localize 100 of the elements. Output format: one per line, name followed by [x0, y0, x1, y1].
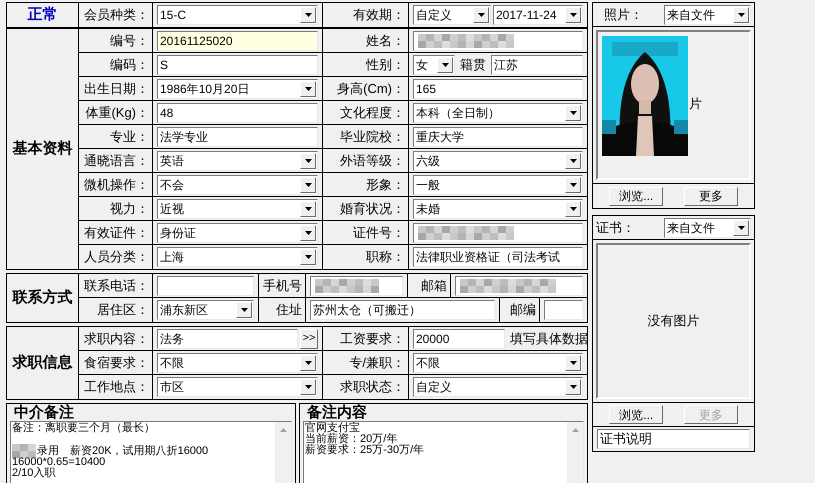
dropdown[interactable]: 六级 — [413, 150, 583, 170]
input-field[interactable]: 法学专业 — [157, 126, 318, 146]
expand-button[interactable]: >> — [300, 328, 318, 348]
browse-button[interactable]: 浏览... — [609, 405, 664, 424]
input-field[interactable]: 48 — [157, 102, 318, 122]
caret-icon — [570, 13, 576, 17]
text-area[interactable]: 备注：离职要三个月（最长） 录用 薪资20K，试用期八折16000 16000*0.65=10400 2/10入职 — [10, 421, 292, 483]
field-label: 外语等级： — [340, 152, 405, 170]
dropdown[interactable]: 不会 — [157, 174, 318, 194]
field-label: 身高(Cm)： — [337, 80, 405, 98]
dropdown-button[interactable] — [733, 6, 749, 22]
dropdown-button[interactable] — [733, 220, 749, 236]
dropdown[interactable]: 上海 — [157, 247, 318, 267]
note-line: 备注：离职要三个月（最长） — [12, 423, 156, 434]
scroll-up-icon — [572, 428, 578, 432]
field-label: 有效证件： — [84, 224, 149, 242]
field-label: 求职内容： — [84, 330, 149, 348]
dropdown[interactable]: 市区 — [157, 377, 318, 397]
field-label: 工作地点： — [84, 378, 149, 396]
field-label: 求职状态： — [340, 378, 405, 396]
dropdown-button[interactable] — [565, 152, 581, 168]
group-title: 备注内容 — [306, 404, 368, 421]
input-field[interactable] — [157, 276, 254, 296]
field-label: 证书： — [596, 218, 636, 237]
field-label: 毕业院校： — [340, 128, 405, 146]
input-field[interactable] — [310, 276, 403, 296]
field-label: 婚育状况： — [340, 200, 405, 218]
status-label: 正常 — [28, 4, 58, 25]
input-field[interactable] — [413, 222, 583, 242]
browse-button[interactable]: 浏览... — [609, 186, 664, 206]
dropdown-button[interactable] — [300, 152, 316, 168]
dropdown[interactable]: 女 — [413, 54, 455, 74]
caret-icon — [570, 158, 576, 162]
dropdown-button[interactable] — [300, 224, 316, 240]
dropdown-button[interactable] — [473, 7, 489, 23]
input-field[interactable]: 重庆大学 — [413, 126, 583, 146]
input-field[interactable]: 165 — [413, 78, 583, 98]
dropdown-button[interactable] — [300, 354, 316, 370]
text-area[interactable]: 官网支付宝 当前薪资：20万/年 薪资要求：25万-30万/年 — [303, 421, 584, 483]
dropdown[interactable]: 浦东新区 — [157, 300, 254, 320]
input-field[interactable] — [413, 30, 583, 50]
field-label: 邮编 — [510, 301, 536, 320]
dropdown[interactable]: 身份证 — [157, 222, 318, 242]
input-field[interactable]: 20161125020 — [157, 30, 318, 50]
field-label: 通晓语言： — [84, 152, 149, 170]
input-field[interactable]: 法律职业资格证（司法考试 — [413, 247, 583, 267]
caret-icon — [478, 13, 484, 17]
dropdown-button[interactable] — [300, 379, 316, 395]
field-label: 职称： — [366, 248, 405, 266]
input-field[interactable]: S — [157, 54, 318, 74]
dropdown-button[interactable] — [300, 176, 316, 192]
dropdown-button[interactable] — [236, 302, 252, 318]
dropdown[interactable]: 1986年10月20日 — [157, 78, 318, 98]
caret-icon — [304, 13, 312, 17]
input-field[interactable]: 苏州太仓（可搬迁） — [310, 300, 495, 320]
dropdown-button[interactable] — [300, 249, 316, 265]
field-label: 住址 — [276, 301, 302, 320]
dropdown[interactable]: 近视 — [157, 198, 318, 218]
blur-mask — [315, 278, 379, 292]
dropdown-button[interactable] — [565, 354, 581, 370]
dropdown[interactable]: 一般 — [413, 174, 583, 194]
caret-icon — [304, 206, 312, 210]
note-line: 16000*0.65=10400 — [12, 457, 106, 468]
caret-icon — [240, 308, 248, 312]
note-line: 录用 薪资20K，试用期八折16000 — [37, 446, 208, 456]
section-title: 求职信息 — [12, 352, 72, 373]
dropdown-button[interactable] — [300, 200, 316, 216]
caret-icon — [738, 12, 744, 16]
dropdown[interactable]: 自定义 — [413, 5, 491, 25]
input-field[interactable] — [455, 276, 583, 296]
dropdown[interactable]: 15-C — [157, 5, 318, 25]
dropdown[interactable]: 自定义 — [413, 377, 583, 397]
dropdown-button[interactable] — [565, 379, 581, 395]
input-field[interactable]: 法务 — [157, 328, 298, 348]
dropdown[interactable]: 未婚 — [413, 198, 583, 218]
dropdown[interactable]: 不限 — [157, 352, 318, 372]
input-field[interactable] — [544, 300, 583, 320]
blur-mask — [12, 444, 36, 458]
dropdown[interactable]: 英语 — [157, 150, 318, 170]
dropdown-button[interactable] — [565, 7, 581, 23]
field-label: 联系电话： — [84, 276, 149, 295]
more-button[interactable]: 更多 — [684, 186, 738, 206]
caret-icon — [570, 360, 576, 364]
dropdown[interactable]: 不限 — [413, 352, 583, 372]
dropdown-button[interactable] — [565, 176, 581, 192]
caret-icon — [304, 385, 312, 389]
dropdown-button[interactable] — [300, 80, 316, 96]
dropdown[interactable]: 本科（全日制） — [413, 102, 583, 122]
dropdown-button[interactable] — [565, 104, 581, 120]
dropdown-button[interactable] — [437, 56, 453, 72]
dropdown[interactable]: 2017-11-24 — [493, 5, 583, 25]
input-field[interactable]: 江苏 — [491, 54, 583, 74]
scrollbar[interactable] — [275, 422, 291, 483]
dropdown-button[interactable] — [300, 7, 316, 23]
input-field[interactable]: 证书说明 — [597, 429, 750, 449]
dropdown[interactable]: 来自文件 — [664, 4, 751, 24]
scrollbar[interactable] — [567, 422, 583, 483]
dropdown-button[interactable] — [565, 200, 581, 216]
dropdown[interactable]: 来自文件 — [664, 218, 751, 238]
input-field[interactable]: 20000 — [413, 328, 505, 348]
